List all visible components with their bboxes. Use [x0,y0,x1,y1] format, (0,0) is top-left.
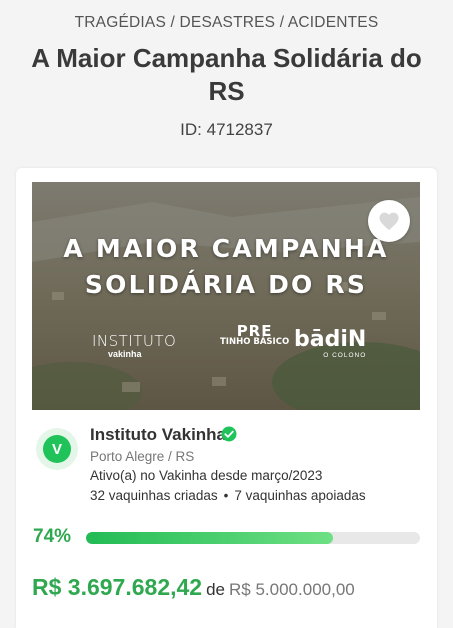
vakinha-avatar-icon: V [43,435,71,463]
campaign-banner-image[interactable]: A MAIOR CAMPANHA SOLIDÁRIA DO RS INSTITU… [32,182,420,410]
organizer-section: V Instituto Vakinha Porto Alegre / RS At… [34,422,424,512]
heart-icon [379,212,399,231]
goal-amount: R$ 5.000.000,00 [229,580,355,599]
organizer-location: Porto Alegre / RS [90,449,195,464]
pre-logo-text: PRE [236,322,273,340]
campaigns-supported-count: 7 vaquinhas apoiadas [234,488,366,503]
campaign-card: A MAIOR CAMPANHA SOLIDÁRIA DO RS INSTITU… [16,168,437,628]
progress-percent: 74% [33,526,72,547]
raised-amount: R$ 3.697.682,42 [32,574,203,600]
pretinho-basico-logo: PRE TINHO BÁSICO [220,322,290,348]
verified-check-icon [221,426,237,442]
organizer-name[interactable]: Instituto Vakinha [90,425,226,445]
campaign-id: ID: 4712837 [180,120,273,139]
badin-logo: bādiN O COLONO [294,327,367,360]
page-title: A Maior Campanha Solidária do RS [31,43,422,106]
organizer-stats: 32 vaquinhas criadas • 7 vaquinhas apoiada… [90,488,366,503]
badin-logo-subtext: O COLONO [323,352,367,359]
organizer-avatar[interactable]: V [36,428,78,470]
funding-summary: R$ 3.697.682,42 de R$ 5.000.000,00 [32,574,355,601]
pretinho-logo-subtext: TINHO BÁSICO [220,337,290,347]
organizer-active-since: Ativo(a) no Vakinha desde março/2023 [90,468,323,483]
badin-logo-text: bādiN [294,327,367,352]
category-breadcrumb[interactable]: TRAGÉDIAS / DESASTRES / ACIDENTES [0,14,453,32]
progress-bar-fill [86,532,334,544]
progress-bar [86,532,420,544]
banner-headline-line-1: A MAIOR CAMPANHA [63,234,389,263]
stats-separator: • [223,488,229,503]
favorite-button[interactable] [368,200,410,242]
vakinha-logo-text: vakinha [108,349,142,359]
goal-separator: de [206,580,226,599]
instituto-vakinha-logo: INSTITUTO vakinha [92,332,176,359]
campaigns-created-count: 32 vaquinhas criadas [90,488,218,503]
instituto-logo-text: INSTITUTO [92,332,177,350]
banner-headline-line-2: SOLIDÁRIA DO RS [84,270,368,299]
